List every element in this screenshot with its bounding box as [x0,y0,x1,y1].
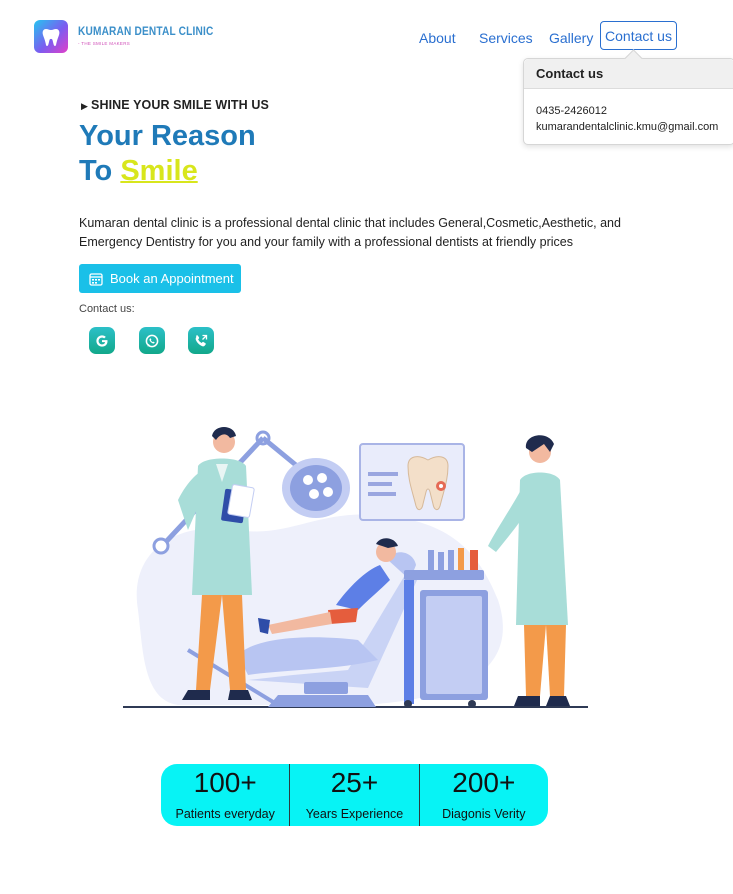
stat-label: Patients everyday [175,807,275,821]
stat-value: 25+ [330,767,379,798]
nav-services[interactable]: Services [479,30,533,46]
triangle-icon: ▶ [81,101,89,111]
stat-experience: 25+ Years Experience [289,764,418,826]
nav-about[interactable]: About [419,30,456,46]
whatsapp-icon[interactable] [139,327,165,354]
stat-value: 100+ [193,767,257,798]
stat-label: Years Experience [305,807,404,821]
nav-contact-button[interactable]: Contact us [600,21,677,50]
hero-title: Your Reason To Smile [79,119,256,189]
hero-title-highlight: Smile [120,155,198,187]
popover-email[interactable]: kumarandentalclinic.kmu@gmail.com [536,119,722,135]
book-appointment-button[interactable]: Book an Appointment [79,264,241,293]
dental-clinic-illustration [118,420,598,710]
stat-label: Diagonis Verity [442,807,526,821]
hero-title-line1: Your Reason [79,120,256,152]
nav-gallery[interactable]: Gallery [549,30,593,46]
popover-title: Contact us [524,59,733,89]
hero-eyebrow: ▶ SHINE YOUR SMILE WITH US [81,98,269,112]
main-nav: About Services Gallery Contact us [0,21,733,53]
calendar-icon [89,272,103,286]
popover-phone[interactable]: 0435-2426012 [536,103,722,119]
phone-icon[interactable] [188,327,214,354]
stat-diagnosis: 200+ Diagonis Verity [418,764,548,826]
contact-label: Contact us: [79,303,135,315]
stat-value: 200+ [452,767,516,798]
hero-description: Kumaran dental clinic is a professional … [79,216,621,249]
stat-patients: 100+ Patients everyday [161,764,289,826]
hero-title-to: To [79,155,121,187]
book-appointment-label: Book an Appointment [110,271,234,286]
google-icon[interactable] [89,327,115,354]
stats-bar: 100+ Patients everyday 25+ Years Experie… [161,764,548,826]
contact-popover: Contact us 0435-2426012 kumarandentalcli… [523,58,733,145]
